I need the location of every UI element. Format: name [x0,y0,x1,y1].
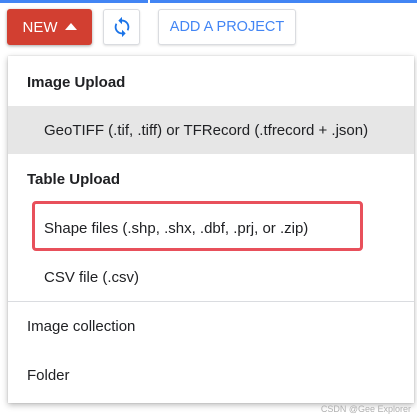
new-button-label: NEW [22,18,58,36]
toolbar: NEW ADD A PROJECT [0,0,417,50]
new-dropdown-menu: Image Upload GeoTIFF (.tif, .tiff) or TF… [8,56,414,403]
new-button[interactable]: NEW [7,9,92,45]
refresh-icon [114,16,129,38]
menu-item-csv-file[interactable]: CSV file (.csv) [8,253,414,301]
caret-up-icon [64,23,77,30]
menu-item-geotiff-tfrecord[interactable]: GeoTIFF (.tif, .tiff) or TFRecord (.tfre… [8,106,414,154]
watermark: CSDN @Gee Explorer [320,404,411,414]
add-project-button[interactable]: ADD A PROJECT [158,9,296,45]
menu-item-shape-files[interactable]: Shape files (.shp, .shx, .dbf, .prj, or … [8,204,414,252]
menu-item-image-collection[interactable]: Image collection [8,302,414,350]
refresh-button[interactable] [103,9,140,45]
menu-item-folder[interactable]: Folder [8,351,414,399]
image-upload-heading: Image Upload [27,74,126,91]
table-upload-heading: Table Upload [27,171,121,188]
